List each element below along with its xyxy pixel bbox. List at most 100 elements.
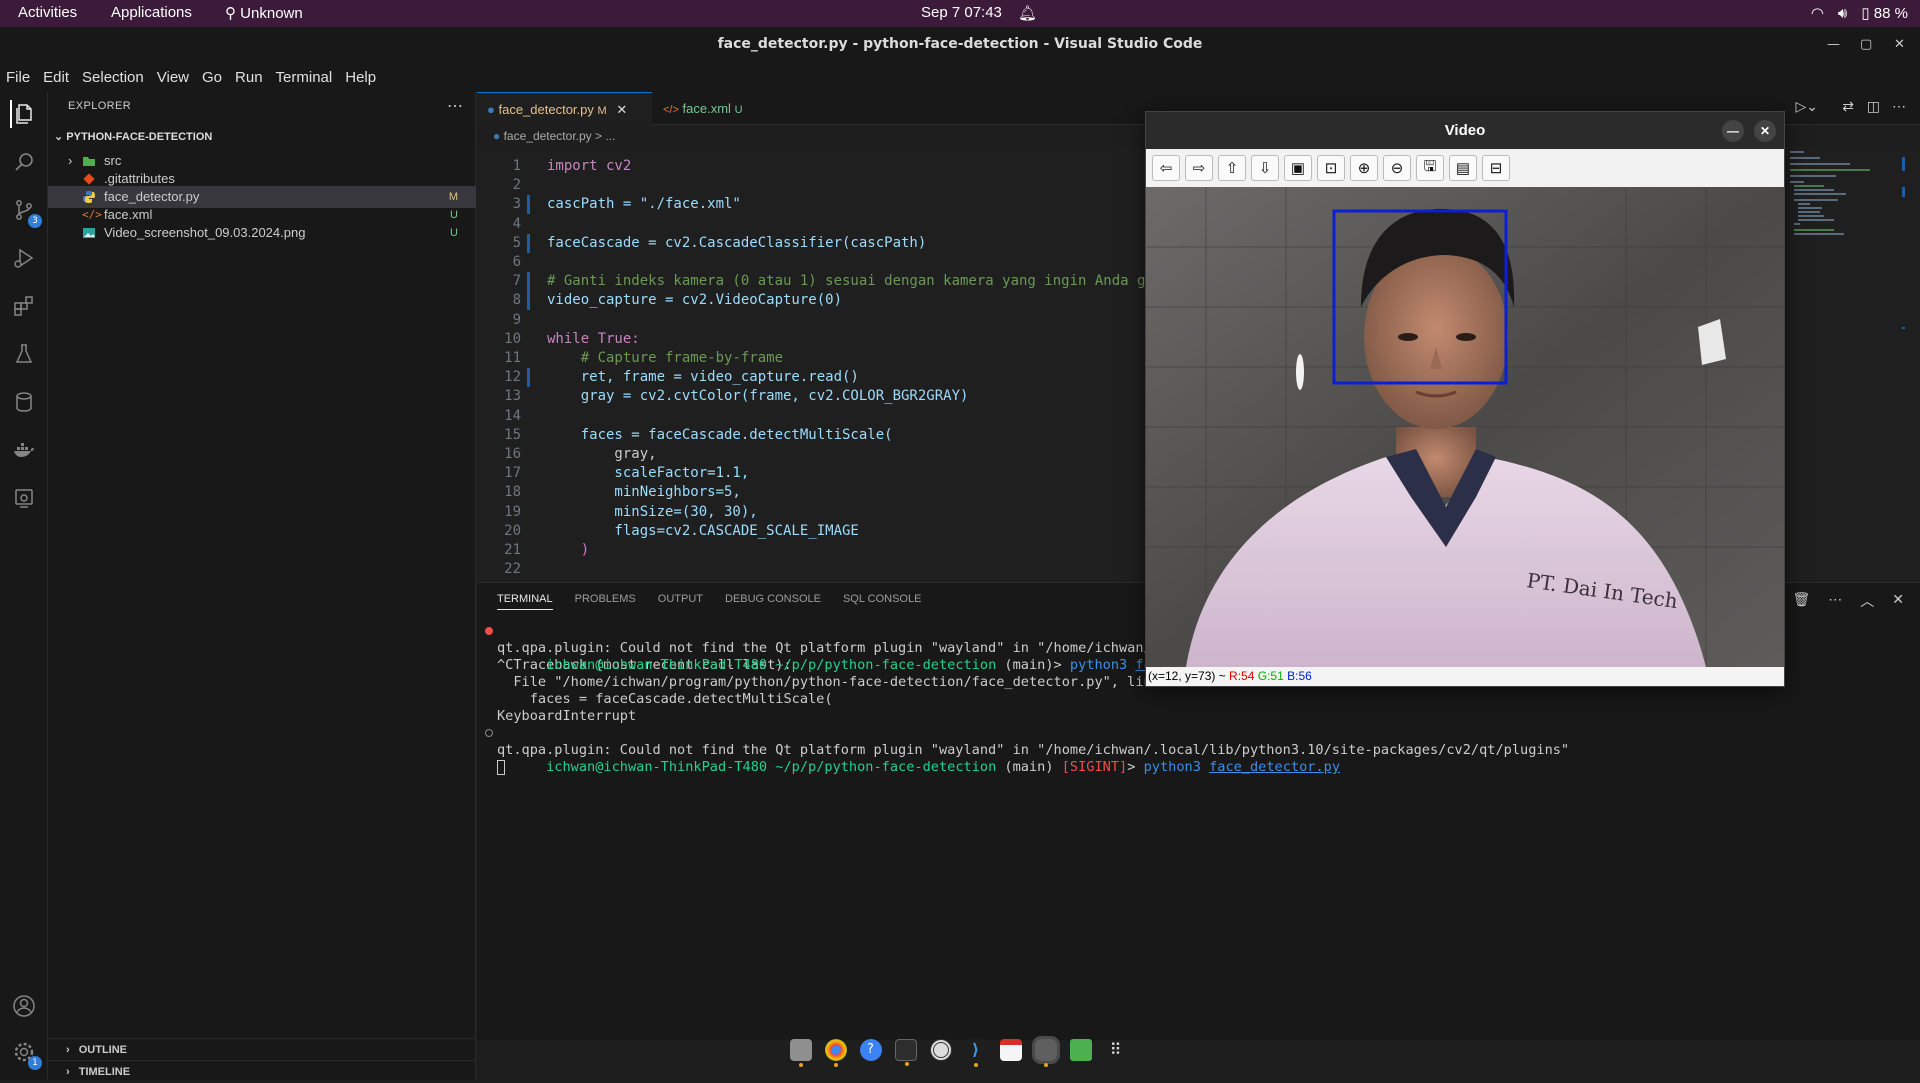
code-text: scaleFactor=1.1, — [547, 465, 750, 482]
panel-tab-sql-console[interactable]: SQL CONSOLE — [843, 593, 921, 610]
file-name: Video_screenshot_09.03.2024.png — [104, 225, 306, 240]
search-icon[interactable] — [10, 148, 38, 176]
maximize-button[interactable]: ▢ — [1860, 27, 1872, 62]
volume-icon[interactable]: 🔊︎ — [1838, 5, 1847, 22]
terminal-app-icon[interactable] — [894, 1039, 917, 1066]
obs-app-icon[interactable] — [929, 1039, 952, 1061]
accounts-icon[interactable] — [10, 992, 38, 1020]
code-text: # Draw a rectangle around the faces — [547, 579, 876, 581]
more-actions-icon[interactable]: ⋯ — [1892, 98, 1906, 115]
close-panel-icon[interactable]: ✕ — [1892, 591, 1904, 611]
menu-file[interactable]: File — [6, 69, 30, 86]
terminal-line: ichwan@ichwan-ThinkPad-T480 ~/p/p/python… — [485, 725, 1569, 775]
network-icon: ⚲ — [225, 5, 236, 22]
tab-face-xml[interactable]: </> face.xml U — [653, 92, 773, 125]
webcam-image: PT. Dai In Tech — [1146, 187, 1784, 667]
git-change-marker — [527, 272, 530, 292]
pan-left-icon[interactable]: ⇦ — [1152, 155, 1180, 181]
minimize-button[interactable]: — — [1722, 120, 1744, 142]
source-control-icon[interactable]: 3 — [10, 196, 42, 228]
activities-button[interactable]: Activities — [18, 4, 77, 21]
close-button[interactable]: ✕ — [1754, 120, 1776, 142]
minimap[interactable] — [1786, 147, 1906, 581]
tab-label: face.xml — [682, 101, 731, 116]
project-folder-header[interactable]: ⌄ PYTHON-FACE-DETECTION — [54, 130, 212, 143]
menu-edit[interactable]: Edit — [43, 69, 69, 86]
breadcrumb[interactable]: ● face_detector.py > ... — [477, 125, 615, 147]
line-number: 23 — [477, 579, 521, 581]
explorer-icon[interactable] — [10, 100, 38, 128]
network-indicator[interactable]: ⚲ Unknown — [225, 4, 303, 22]
chevron-up-icon[interactable]: ︿ — [1860, 591, 1874, 611]
chevron-down-icon: ⌄ — [54, 131, 64, 143]
code-text: flags=cv2.CASCADE_SCALE_IMAGE — [547, 522, 859, 539]
tree-item-video-screenshot[interactable]: Video_screenshot_09.03.2024.png U — [48, 222, 476, 244]
calendar-app-icon[interactable] — [999, 1039, 1022, 1061]
more-actions-icon[interactable]: ⋯ — [1828, 591, 1842, 611]
run-icon[interactable]: ▷⌄ — [1796, 98, 1819, 115]
video-window[interactable]: Video — ✕ ⇦ ⇨ ⇧ ⇩ ▣ ⊡ ⊕ ⊖ 🖫︎ ▤ ⊟ PT. Dai… — [1145, 111, 1785, 687]
pan-right-icon[interactable]: ⇨ — [1185, 155, 1213, 181]
panel-tab-terminal[interactable]: TERMINAL — [497, 593, 553, 610]
notification-bell-icon[interactable]: 🔔︎ — [1018, 4, 1037, 22]
compare-changes-icon[interactable]: ⇄ — [1842, 98, 1854, 115]
project-name: PYTHON-FACE-DETECTION — [66, 131, 213, 143]
database-icon[interactable] — [10, 388, 38, 416]
zoom-in-icon[interactable]: ⊕ — [1350, 155, 1378, 181]
remote-explorer-icon[interactable] — [10, 484, 38, 512]
close-button[interactable]: ✕ — [1894, 27, 1905, 62]
video-frame[interactable]: PT. Dai In Tech — [1146, 187, 1784, 667]
run-debug-icon[interactable] — [10, 244, 38, 272]
battery-icon: ▯ — [1861, 5, 1870, 22]
docker-icon[interactable] — [10, 436, 38, 464]
split-editor-icon[interactable]: ◫ — [1867, 98, 1880, 115]
menu-go[interactable]: Go — [202, 69, 222, 86]
menu-help[interactable]: Help — [345, 69, 376, 86]
properties-window-icon[interactable]: ⊟ — [1482, 155, 1510, 181]
code-text: minSize=(30, 30), — [547, 503, 758, 520]
minimize-button[interactable]: — — [1827, 27, 1840, 62]
extensions-icon[interactable] — [10, 292, 38, 320]
timeline-section[interactable]: › TIMELINE — [48, 1060, 476, 1082]
zoom-out-icon[interactable]: ⊖ — [1383, 155, 1411, 181]
outline-section[interactable]: › OUTLINE — [48, 1038, 476, 1060]
menu-terminal[interactable]: Terminal — [276, 69, 333, 86]
tab-face-detector[interactable]: ● face_detector.py M ✕ — [477, 92, 652, 125]
menu-view[interactable]: View — [157, 69, 189, 86]
menu-run[interactable]: Run — [235, 69, 263, 86]
more-actions-icon[interactable]: ⋯ — [447, 96, 463, 116]
manage-gear-icon[interactable]: 1 — [10, 1038, 42, 1070]
line-number: 14 — [504, 407, 521, 424]
close-tab-icon[interactable]: ✕ — [616, 102, 627, 117]
panel-tab-problems[interactable]: PROBLEMS — [575, 593, 636, 610]
network-label: Unknown — [240, 5, 303, 22]
vscode-app-icon[interactable]: ⟩ — [964, 1039, 987, 1067]
chrome-app-icon[interactable] — [824, 1039, 847, 1067]
clock[interactable]: Sep 7 07:43 — [921, 4, 1002, 21]
menu-selection[interactable]: Selection — [82, 69, 144, 86]
testing-flask-icon[interactable] — [10, 340, 38, 368]
video-status-bar: (x=12, y=73) ~ R:54 G:51 B:56 — [1146, 667, 1784, 686]
properties-icon[interactable]: ▤ — [1449, 155, 1477, 181]
wifi-icon[interactable]: ◠ — [1811, 4, 1824, 22]
show-apps-grid-icon[interactable]: ⠿ — [1105, 1039, 1127, 1061]
zoom-fit-icon[interactable]: ⊡ — [1317, 155, 1345, 181]
panel-tab-output[interactable]: OUTPUT — [658, 593, 703, 610]
trash-app-icon[interactable] — [1069, 1039, 1092, 1061]
video-title-bar[interactable]: Video — ✕ — [1146, 112, 1784, 149]
pan-down-icon[interactable]: ⇩ — [1251, 155, 1279, 181]
save-icon[interactable]: 🖫︎ — [1416, 155, 1444, 181]
zoom-original-icon[interactable]: ▣ — [1284, 155, 1312, 181]
help-app-icon[interactable]: ? — [859, 1039, 882, 1061]
panel-tab-debug-console[interactable]: DEBUG CONSOLE — [725, 593, 821, 610]
battery-indicator[interactable]: ▯ 88 % — [1861, 4, 1908, 22]
line-number: 5 — [512, 234, 521, 251]
activity-bar: 3 1 — [0, 92, 48, 1080]
video-window-app-icon[interactable] — [1031, 1036, 1060, 1067]
applications-menu[interactable]: Applications — [111, 4, 192, 21]
files-app-icon[interactable] — [789, 1039, 812, 1067]
pan-up-icon[interactable]: ⇧ — [1218, 155, 1246, 181]
window-title-bar: face_detector.py - python-face-detection… — [0, 27, 1920, 62]
git-change-marker — [527, 233, 530, 253]
trash-icon[interactable]: 🗑︎ — [1792, 591, 1810, 611]
